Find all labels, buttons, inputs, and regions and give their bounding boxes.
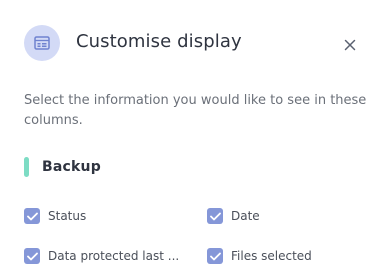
section-accent-bar xyxy=(24,157,29,177)
close-button[interactable] xyxy=(342,37,358,53)
checkmark-icon xyxy=(209,212,221,220)
checkmark-icon xyxy=(209,252,221,260)
section-label: Backup xyxy=(42,159,101,175)
dialog-description: Select the information you would like to… xyxy=(24,93,367,128)
option-label: Date xyxy=(231,209,260,223)
option-data-protected-last[interactable]: Data protected last ... xyxy=(24,248,179,264)
checkbox-date[interactable] xyxy=(207,208,223,224)
customise-display-dialog: Customise display Select the information… xyxy=(0,0,377,280)
dialog-title: Customise display xyxy=(76,31,242,52)
option-label: Files selected xyxy=(231,249,312,263)
option-files-selected[interactable]: Files selected xyxy=(207,248,312,264)
option-status[interactable]: Status xyxy=(24,208,86,224)
checkbox-files-selected[interactable] xyxy=(207,248,223,264)
close-icon[interactable] xyxy=(344,39,356,51)
display-settings-icon xyxy=(24,25,60,61)
option-label: Data protected last ... xyxy=(48,249,180,263)
checkbox-data-protected-last[interactable] xyxy=(24,248,40,264)
checkmark-icon xyxy=(26,252,38,260)
checkbox-status[interactable] xyxy=(24,208,40,224)
option-label: Status xyxy=(48,209,87,223)
checkmark-icon xyxy=(26,212,38,220)
section-backup: Backup xyxy=(24,156,101,178)
option-date[interactable]: Date xyxy=(207,208,260,224)
